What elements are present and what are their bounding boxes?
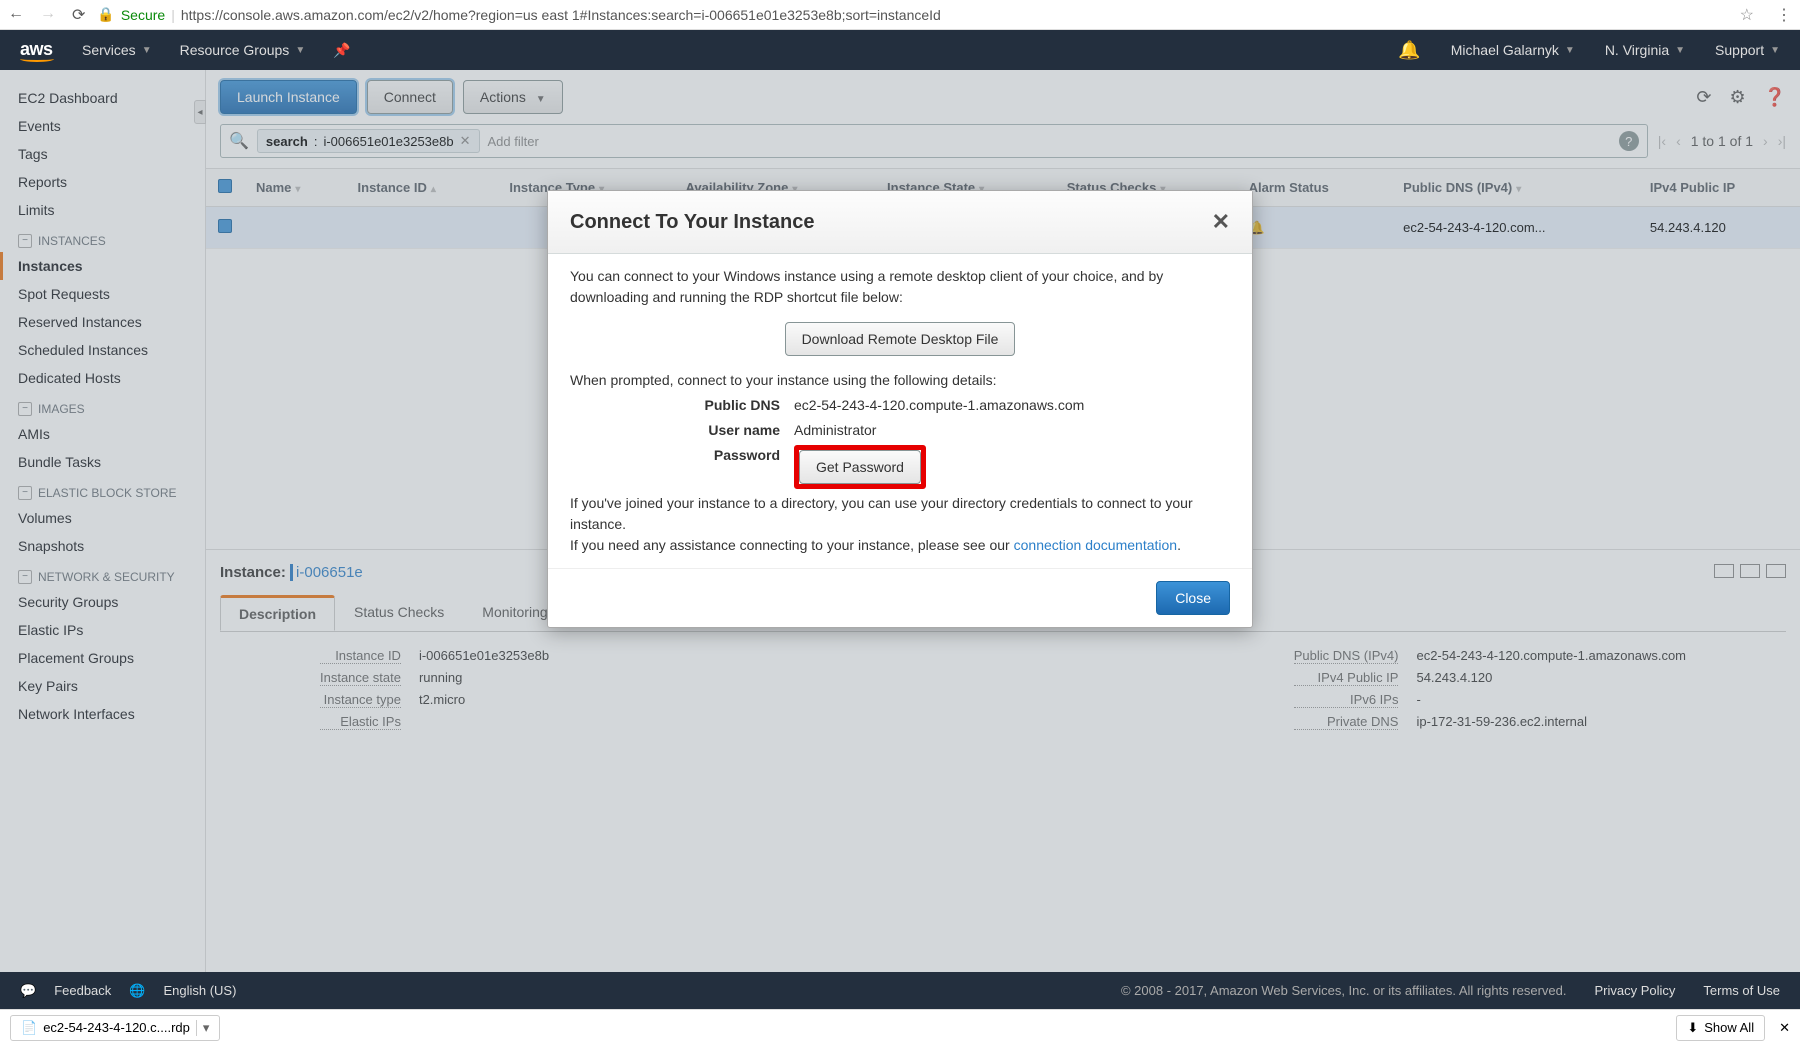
footer-copyright: © 2008 - 2017, Amazon Web Services, Inc.… — [1121, 983, 1567, 998]
chevron-down-icon: ▼ — [295, 45, 305, 56]
get-password-highlight: Get Password — [794, 445, 926, 489]
label-username: User name — [570, 420, 780, 441]
chevron-down-icon[interactable]: ▾ — [196, 1020, 210, 1036]
label-password: Password — [570, 445, 780, 489]
aws-top-nav: aws Services ▼ Resource Groups ▼ 📌 🔔 Mic… — [0, 30, 1800, 70]
get-password-button[interactable]: Get Password — [799, 450, 921, 484]
download-icon: ⬇ — [1687, 1020, 1698, 1036]
footer-privacy[interactable]: Privacy Policy — [1595, 983, 1676, 998]
secure-label: Secure — [121, 7, 165, 23]
footer-feedback[interactable]: Feedback — [54, 983, 111, 998]
reload-icon[interactable]: ⟳ — [72, 5, 85, 25]
back-icon[interactable]: ← — [8, 5, 24, 25]
forward-icon[interactable]: → — [40, 5, 56, 25]
modal-text-4-suffix: . — [1177, 537, 1181, 553]
modal-text-1: You can connect to your Windows instance… — [570, 266, 1230, 308]
modal-text-4-prefix: If you need any assistance connecting to… — [570, 537, 1014, 553]
download-bar: 📄 ec2-54-243-4-120.c....rdp ▾ ⬇ Show All… — [0, 1009, 1800, 1045]
browser-bar: ← → ⟳ 🔒 Secure | https://console.aws.ama… — [0, 0, 1800, 30]
modal-text-4: If you need any assistance connecting to… — [570, 535, 1230, 556]
footer-language[interactable]: English (US) — [163, 983, 236, 998]
lock-icon: 🔒 — [97, 6, 114, 23]
url-text[interactable]: https://console.aws.amazon.com/ec2/v2/ho… — [181, 7, 941, 23]
nav-resource-groups[interactable]: Resource Groups ▼ — [180, 42, 306, 58]
footer-terms[interactable]: Terms of Use — [1703, 983, 1780, 998]
modal-title: Connect To Your Instance — [570, 211, 814, 234]
bookmark-star-icon[interactable]: ☆ — [1740, 5, 1754, 25]
label-public-dns: Public DNS — [570, 395, 780, 416]
nav-region-label: N. Virginia — [1605, 42, 1669, 58]
modal-text-2: When prompted, connect to your instance … — [570, 370, 1230, 391]
close-download-bar-icon[interactable]: ✕ — [1779, 1020, 1790, 1036]
menu-icon[interactable]: ⋮ — [1776, 5, 1792, 25]
value-public-dns: ec2-54-243-4-120.compute-1.amazonaws.com — [794, 395, 1230, 416]
chevron-down-icon: ▼ — [142, 45, 152, 56]
pin-icon[interactable]: 📌 — [333, 42, 350, 59]
file-icon: 📄 — [21, 1020, 37, 1036]
chevron-down-icon: ▼ — [1770, 45, 1780, 56]
nav-region[interactable]: N. Virginia ▼ — [1605, 42, 1685, 58]
footer: 💬 Feedback 🌐 English (US) © 2008 - 2017,… — [0, 972, 1800, 1009]
download-rdp-button[interactable]: Download Remote Desktop File — [785, 322, 1016, 356]
connection-documentation-link[interactable]: connection documentation — [1014, 537, 1177, 553]
nav-user-label: Michael Galarnyk — [1451, 42, 1559, 58]
globe-icon: 🌐 — [129, 983, 145, 999]
modal-close-icon[interactable]: ✕ — [1212, 209, 1230, 235]
show-all-label: Show All — [1704, 1020, 1754, 1035]
modal-close-button[interactable]: Close — [1156, 581, 1230, 615]
show-all-button[interactable]: ⬇ Show All — [1676, 1015, 1765, 1041]
modal-text-3: If you've joined your instance to a dire… — [570, 493, 1230, 535]
download-filename: ec2-54-243-4-120.c....rdp — [43, 1020, 190, 1035]
value-username: Administrator — [794, 420, 1230, 441]
nav-resource-groups-label: Resource Groups — [180, 42, 290, 58]
nav-support[interactable]: Support ▼ — [1715, 42, 1780, 58]
nav-support-label: Support — [1715, 42, 1764, 58]
nav-services[interactable]: Services ▼ — [82, 42, 152, 58]
download-file-chip[interactable]: 📄 ec2-54-243-4-120.c....rdp ▾ — [10, 1015, 220, 1041]
bell-icon[interactable]: 🔔 — [1398, 40, 1420, 61]
connect-modal: Connect To Your Instance ✕ You can conne… — [547, 190, 1253, 628]
aws-logo[interactable]: aws — [20, 39, 54, 62]
feedback-icon[interactable]: 💬 — [20, 983, 36, 999]
nav-user[interactable]: Michael Galarnyk ▼ — [1451, 42, 1575, 58]
chevron-down-icon: ▼ — [1675, 45, 1685, 56]
chevron-down-icon: ▼ — [1565, 45, 1575, 56]
modal-overlay: Connect To Your Instance ✕ You can conne… — [0, 70, 1800, 972]
nav-services-label: Services — [82, 42, 136, 58]
